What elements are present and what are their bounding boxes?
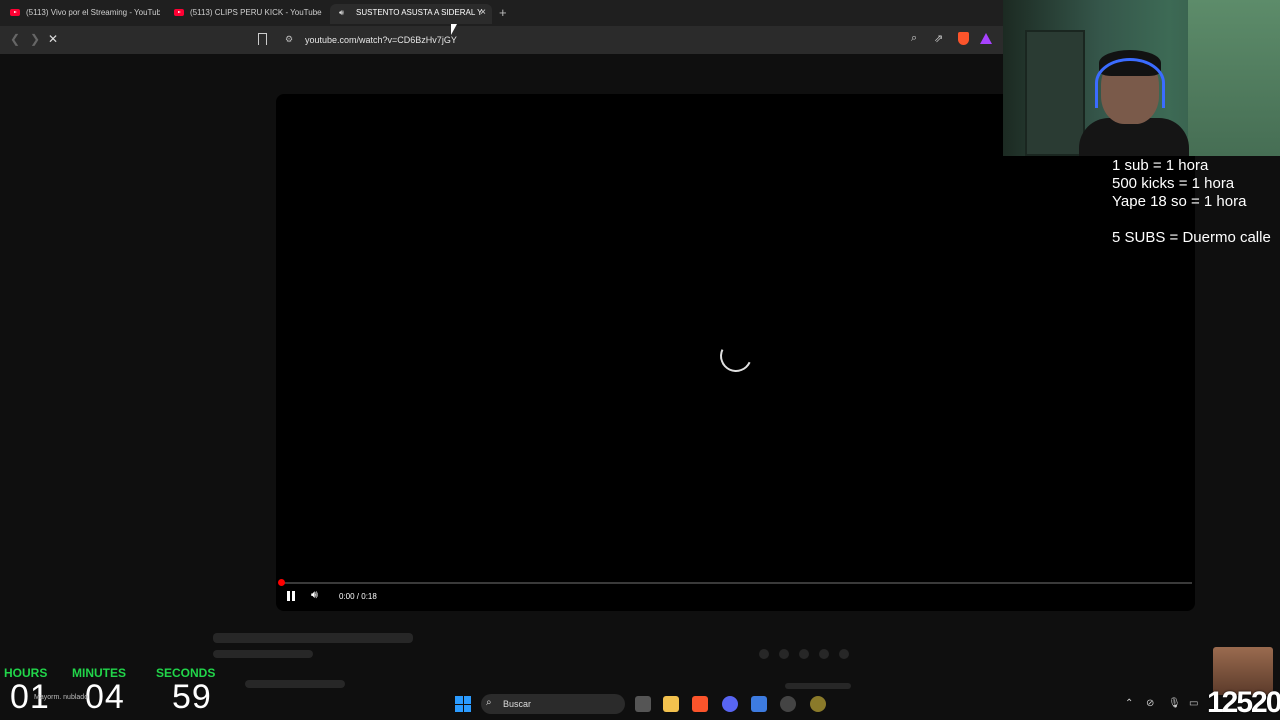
- share-icon[interactable]: ⇗: [934, 32, 943, 45]
- action-skeleton: [819, 649, 829, 659]
- new-tab-button[interactable]: +: [499, 5, 507, 20]
- browser-tab-strip: (5113) Vivo por el Streaming - YouTube (…: [0, 0, 1005, 26]
- mouse-cursor-icon: [451, 24, 457, 35]
- tab-clips-peru-kick[interactable]: (5113) CLIPS PERU KICK - YouTube: [164, 4, 324, 24]
- rule-line: 1 sub = 1 hora: [1112, 157, 1209, 174]
- weather-widget[interactable]: Mayorm. nublado: [34, 693, 88, 702]
- chevron-left-icon[interactable]: ❮: [10, 32, 20, 46]
- discord-icon[interactable]: [722, 696, 738, 712]
- action-skeleton: [799, 649, 809, 659]
- tab-title: SUSTENTO ASUSTA A SIDERAL Y: [356, 8, 483, 17]
- tab-title: (5113) CLIPS PERU KICK - YouTube: [190, 8, 322, 17]
- rule-line: 5 SUBS = Duermo calle: [1112, 229, 1271, 246]
- display-icon[interactable]: ▭: [1189, 698, 1198, 709]
- action-skeleton: [759, 649, 769, 659]
- task-view-icon[interactable]: [635, 696, 651, 712]
- tab-sustento-asusta[interactable]: 🔊︎ SUSTENTO ASUSTA A SIDERAL Y ×: [330, 4, 492, 24]
- file-explorer-icon[interactable]: [663, 696, 679, 712]
- headset-icon: [1095, 58, 1165, 108]
- action-skeleton: [839, 649, 849, 659]
- tab-vivo-por-el-streaming[interactable]: (5113) Vivo por el Streaming - YouTube: [0, 4, 160, 24]
- scrubber-handle[interactable]: [278, 579, 285, 586]
- microphone-icon[interactable]: 🎙︎: [1168, 698, 1181, 709]
- rule-line: [1112, 211, 1271, 229]
- subathon-rules: 1 sub = 1 hora 500 kicks = 1 hora Yape 1…: [1112, 157, 1271, 247]
- chevron-up-icon[interactable]: ⌃: [1125, 698, 1133, 709]
- progress-bar[interactable]: [280, 582, 1192, 584]
- magnifier-icon[interactable]: ⌕: [911, 32, 917, 45]
- webcam-feed: [1003, 0, 1280, 156]
- viewer-count: 12520: [1207, 686, 1280, 719]
- brave-rewards-icon[interactable]: [980, 33, 992, 44]
- rule-line: Yape 18 so = 1 hora: [1112, 193, 1247, 210]
- browser-toolbar: ❮ ❯ ✕ ⚙ youtube.com/watch?v=CD6BzHv7jGY …: [0, 26, 1005, 54]
- stop-loading-icon[interactable]: ✕: [48, 32, 58, 46]
- volume-icon[interactable]: 🔊︎: [311, 589, 318, 602]
- search-icon: ⌕: [486, 697, 492, 708]
- app-icon[interactable]: [810, 696, 826, 712]
- chevron-right-icon[interactable]: ❯: [30, 32, 40, 46]
- bookmark-icon[interactable]: [258, 33, 267, 45]
- youtube-icon: [10, 9, 20, 16]
- brave-shield-icon[interactable]: [958, 32, 969, 45]
- brave-browser-icon[interactable]: [692, 696, 708, 712]
- youtube-icon: [174, 9, 184, 16]
- room-wall: [1188, 0, 1280, 156]
- obs-icon[interactable]: [780, 696, 796, 712]
- title-skeleton: [213, 633, 413, 643]
- rule-line: 500 kicks = 1 hora: [1112, 175, 1235, 192]
- network-off-icon[interactable]: ⊘: [1146, 698, 1154, 709]
- channel-skeleton: [245, 680, 345, 688]
- tab-title: (5113) Vivo por el Streaming - YouTube: [26, 8, 160, 17]
- room-door: [1025, 30, 1085, 156]
- pause-icon[interactable]: [287, 591, 296, 602]
- speaker-icon: 🔊︎: [339, 8, 345, 17]
- close-tab-icon[interactable]: ×: [480, 4, 486, 22]
- subtitle-skeleton: [213, 650, 313, 658]
- address-bar[interactable]: youtube.com/watch?v=CD6BzHv7jGY: [305, 35, 457, 45]
- action-skeleton: [779, 649, 789, 659]
- search-placeholder: Buscar: [503, 699, 532, 709]
- time-display: 0:00 / 0:18: [339, 592, 377, 601]
- notepad-icon[interactable]: [751, 696, 767, 712]
- windows-start-icon[interactable]: [455, 696, 471, 712]
- site-info-icon[interactable]: ⚙: [285, 34, 293, 45]
